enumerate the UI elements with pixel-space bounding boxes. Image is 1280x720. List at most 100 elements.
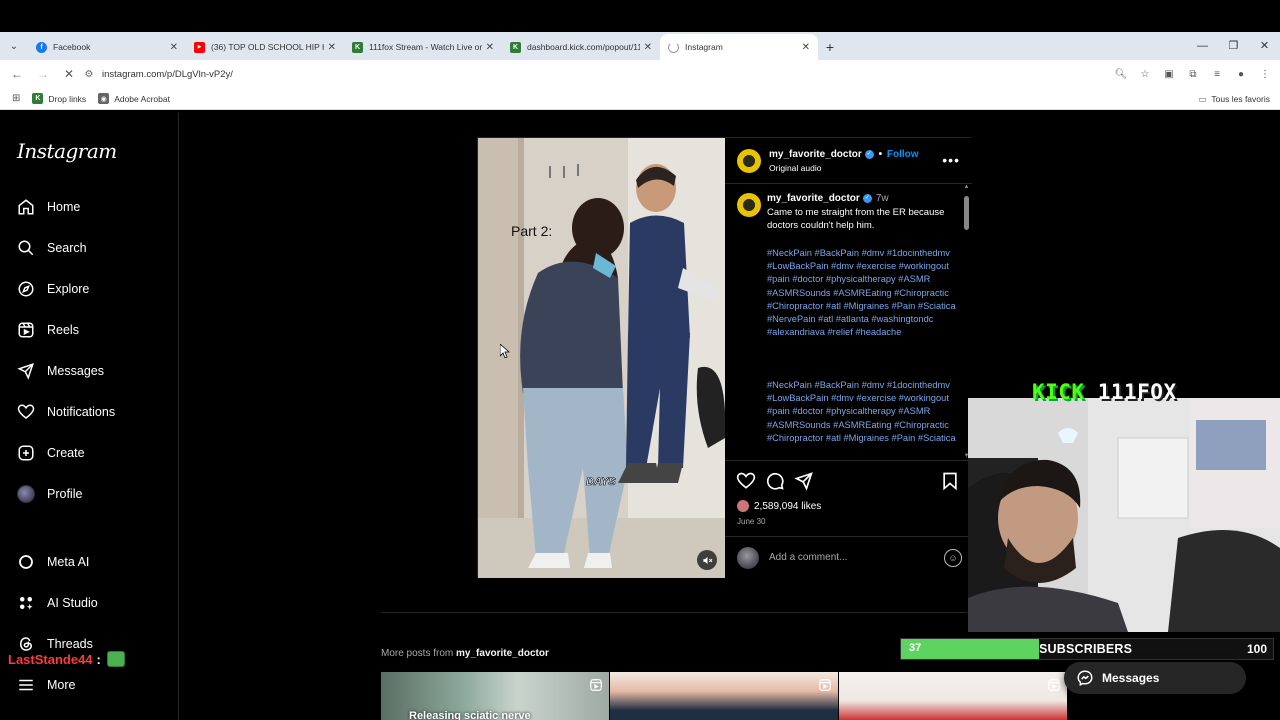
meta-ai-icon [17, 553, 35, 571]
bookmark-icon[interactable] [940, 471, 960, 491]
new-tab-button[interactable]: + [818, 34, 842, 60]
messages-drawer-button[interactable]: Messages [1064, 662, 1246, 694]
avatar [737, 546, 759, 569]
comment-icon[interactable] [765, 471, 785, 491]
share-icon[interactable] [794, 471, 814, 491]
mute-icon[interactable] [697, 550, 717, 570]
caption-time: 7w [875, 193, 889, 204]
url-bar[interactable]: ⚙ instagram.com/p/DLgVln-vP2y/ [80, 63, 1142, 85]
post-actions: 2,589,094 likes June 30 [725, 460, 972, 536]
tab-bar: ⌄ f Facebook ✕ ▶ (36) TOP OLD SCHOOL HIP… [0, 32, 1280, 60]
instagram-logo[interactable]: Instagram [17, 139, 117, 163]
webcam-illustration [968, 398, 1280, 632]
star-icon[interactable]: ☆ [1136, 63, 1154, 85]
like-heart-icon[interactable] [736, 471, 756, 491]
tab-instagram[interactable]: Instagram ✕ [660, 34, 818, 60]
tab-kick-stream[interactable]: K 111fox Stream - Watch Live on ✕ [344, 34, 502, 60]
comment-input[interactable]: Add a comment... [769, 552, 944, 563]
sidebar-item-reels[interactable]: Reels [17, 318, 79, 342]
tab-search-chevron-icon[interactable]: ⌄ [0, 32, 28, 60]
tab-kick-dashboard[interactable]: K dashboard.kick.com/popout/111 ✕ [502, 34, 660, 60]
video-text-days: DAYS [586, 476, 616, 488]
restore-icon[interactable]: ❐ [1218, 32, 1249, 60]
extension-icon[interactable]: ▣ [1160, 63, 1178, 85]
close-window-icon[interactable]: ✕ [1249, 32, 1280, 60]
post-details: my_favorite_doctor ✓ • Follow Original au… [725, 138, 972, 578]
back-button[interactable]: ← [6, 63, 28, 85]
original-audio-link[interactable]: Original audio [769, 163, 821, 173]
search-icon [17, 239, 35, 257]
scroll-up-icon[interactable]: ▲ [963, 184, 970, 191]
likes-count[interactable]: 2,589,094 likes [737, 500, 821, 512]
sidebar-item-more[interactable]: More [17, 673, 75, 697]
post-header: my_favorite_doctor ✓ • Follow Original au… [725, 138, 972, 184]
sidebar-item-messages[interactable]: Messages [17, 359, 104, 383]
tab-title: 111fox Stream - Watch Live on [369, 42, 482, 52]
caption-username[interactable]: my_favorite_doctor [767, 193, 860, 204]
sidebar-item-profile[interactable]: Profile [17, 482, 82, 506]
acrobat-icon: ◉ [98, 93, 110, 104]
close-icon[interactable]: ✕ [170, 42, 178, 53]
sidebar-item-label: Create [47, 446, 85, 460]
post-modal: Part 2: DAYS my_favorite_doctor ✓ • Follo… [477, 137, 972, 578]
caption-text: Came to me straight from the ER because … [767, 207, 945, 231]
sidebar-item-explore[interactable]: Explore [17, 277, 89, 301]
webcam-overlay [968, 398, 1280, 632]
url-text: instagram.com/p/DLgVln-vP2y/ [102, 68, 233, 80]
avatar [17, 485, 35, 503]
forward-button[interactable]: → [32, 63, 54, 85]
reload-stop-button[interactable]: ✕ [58, 63, 80, 85]
tab-youtube[interactable]: ▶ (36) TOP OLD SCHOOL HIP HOP ✕ [186, 34, 344, 60]
sidebar-item-label: Messages [47, 364, 104, 378]
tab-title: dashboard.kick.com/popout/111 [527, 42, 640, 52]
zoom-icon[interactable]: 🔍︎ [1112, 63, 1130, 85]
post-video[interactable]: Part 2: DAYS [478, 138, 725, 578]
minimize-icon[interactable]: — [1187, 32, 1218, 60]
follow-button[interactable]: Follow [887, 149, 919, 160]
puzzle-icon[interactable]: ⧉ [1184, 63, 1202, 85]
more-posts-user[interactable]: my_favorite_doctor [456, 648, 549, 659]
subscriber-goal-bar: 37 SUBSCRIBERS 100 [900, 638, 1274, 660]
media-controls-icon[interactable]: ≡ [1208, 63, 1226, 85]
emoji-icon[interactable]: ☺ [944, 548, 962, 567]
hashtags-block[interactable]: #NeckPain #BackPain #dmv #1docinthedmv #… [767, 379, 959, 445]
sidebar-item-ai-studio[interactable]: AI Studio [17, 591, 98, 615]
sidebar-item-notifications[interactable]: Notifications [17, 400, 115, 424]
sidebar-item-create[interactable]: Create [17, 441, 85, 465]
tab-facebook[interactable]: f Facebook ✕ [28, 34, 186, 60]
sidebar-item-meta-ai[interactable]: Meta AI [17, 550, 89, 574]
close-icon[interactable]: ✕ [802, 42, 810, 53]
post-thumbnail[interactable]: Releasing sciatic nerve [381, 672, 609, 720]
apps-icon[interactable]: ⊞ [12, 93, 20, 104]
mouse-cursor-icon [500, 344, 510, 358]
post-thumbnail[interactable] [839, 672, 1067, 720]
facebook-icon: f [36, 41, 47, 53]
close-icon[interactable]: ✕ [328, 42, 336, 53]
sidebar-item-search[interactable]: Search [17, 236, 87, 260]
all-bookmarks[interactable]: ▭ Tous les favoris [1198, 88, 1270, 110]
bookmarks-bar: ⊞ K Drop links ◉ Adobe Acrobat ▭ Tous le… [0, 88, 1280, 110]
youtube-icon: ▶ [194, 41, 205, 53]
browser-menu-icon[interactable]: ⋮ [1256, 63, 1274, 85]
profile-icon[interactable]: ● [1232, 63, 1250, 85]
address-bar-actions: 🔍︎ ☆ ▣ ⧉ ≡ ● ⋮ [1112, 63, 1274, 85]
avatar[interactable] [737, 193, 761, 217]
sidebar-item-label: Reels [47, 323, 79, 337]
reels-icon [1048, 679, 1060, 691]
hashtags-block[interactable]: #NeckPain #BackPain #dmv #1docinthedmv #… [767, 247, 959, 339]
bookmark-label: Drop links [48, 93, 87, 104]
more-options-icon[interactable]: ••• [942, 152, 960, 168]
caption-header: my_favorite_doctor ✓ 7w [767, 193, 889, 204]
close-icon[interactable]: ✕ [644, 42, 652, 53]
site-settings-icon[interactable]: ⚙ [80, 69, 98, 80]
close-icon[interactable]: ✕ [486, 42, 494, 53]
avatar[interactable] [737, 149, 761, 173]
post-thumbnail[interactable] [610, 672, 838, 720]
bookmark-drop-links[interactable]: K Drop links [32, 93, 86, 104]
sidebar-item-home[interactable]: Home [17, 195, 80, 219]
kick-wordmark: KICK [1032, 380, 1085, 404]
reels-icon [819, 679, 831, 691]
bookmark-adobe-acrobat[interactable]: ◉ Adobe Acrobat [98, 93, 170, 104]
author-username[interactable]: my_favorite_doctor [769, 149, 862, 160]
scrollbar-thumb[interactable] [964, 196, 969, 230]
